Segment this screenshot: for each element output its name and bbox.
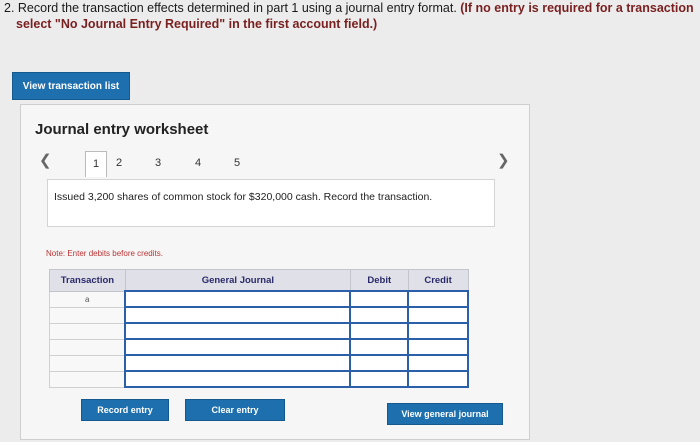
question-emphasis: (If no entry is required for a transacti… [460, 1, 694, 15]
credit-field[interactable] [407, 306, 469, 324]
page-tab-1[interactable]: 1 [85, 151, 107, 177]
column-header-debit: Debit [349, 269, 409, 292]
credit-field[interactable] [407, 354, 469, 372]
debit-field[interactable] [349, 306, 410, 324]
table-row [49, 306, 469, 324]
account-field[interactable] [124, 306, 352, 324]
account-field[interactable] [124, 290, 352, 308]
view-transaction-list-button[interactable]: View transaction list [12, 72, 130, 100]
table-row [49, 354, 469, 372]
debit-field[interactable] [349, 290, 410, 308]
transaction-cell [49, 354, 126, 372]
transaction-cell [49, 322, 126, 340]
worksheet-title: Journal entry worksheet [35, 121, 209, 138]
account-field[interactable] [124, 322, 352, 340]
page-tab-5[interactable]: 5 [226, 151, 248, 177]
transaction-cell [49, 306, 126, 324]
credit-field[interactable] [407, 290, 469, 308]
column-header-general-journal: General Journal [124, 269, 351, 292]
debit-field[interactable] [349, 322, 410, 340]
account-field[interactable] [124, 338, 352, 356]
record-entry-button[interactable]: Record entry [81, 399, 169, 421]
account-field[interactable] [124, 370, 352, 388]
column-header-transaction: Transaction [49, 269, 126, 292]
journal-entry-worksheet: Journal entry worksheet ❮ 1 2 3 4 5 ❯ Is… [20, 104, 530, 440]
credit-field[interactable] [407, 338, 469, 356]
chevron-left-icon[interactable]: ❮ [39, 151, 52, 169]
chevron-right-icon[interactable]: ❯ [497, 151, 510, 169]
transaction-description: Issued 3,200 shares of common stock for … [47, 179, 495, 227]
column-header-credit: Credit [407, 269, 469, 292]
debit-credit-note: Note: Enter debits before credits. [46, 249, 163, 258]
transaction-cell: a [49, 290, 126, 308]
transaction-cell [49, 338, 126, 356]
journal-entry-table: Transaction General Journal Debit Credit… [49, 269, 469, 388]
question-plain: 2. Record the transaction effects determ… [4, 1, 461, 15]
debit-field[interactable] [349, 338, 410, 356]
table-row [49, 338, 469, 356]
debit-field[interactable] [349, 370, 410, 388]
clear-entry-button[interactable]: Clear entry [185, 399, 285, 421]
page-tab-4[interactable]: 4 [187, 151, 209, 177]
page-tab-2[interactable]: 2 [108, 151, 130, 177]
credit-field[interactable] [407, 322, 469, 340]
credit-field[interactable] [407, 370, 469, 388]
question-text: 2. Record the transaction effects determ… [4, 0, 700, 32]
table-row [49, 370, 469, 388]
table-row [49, 322, 469, 340]
table-row: a [49, 290, 469, 308]
page-navigator: ❮ 1 2 3 4 5 ❯ [21, 151, 531, 177]
question-emphasis-line2: select "No Journal Entry Required" in th… [16, 17, 378, 31]
view-general-journal-button[interactable]: View general journal [387, 403, 503, 425]
account-field[interactable] [124, 354, 352, 372]
transaction-cell [49, 370, 126, 388]
page-tab-3[interactable]: 3 [147, 151, 169, 177]
debit-field[interactable] [349, 354, 410, 372]
